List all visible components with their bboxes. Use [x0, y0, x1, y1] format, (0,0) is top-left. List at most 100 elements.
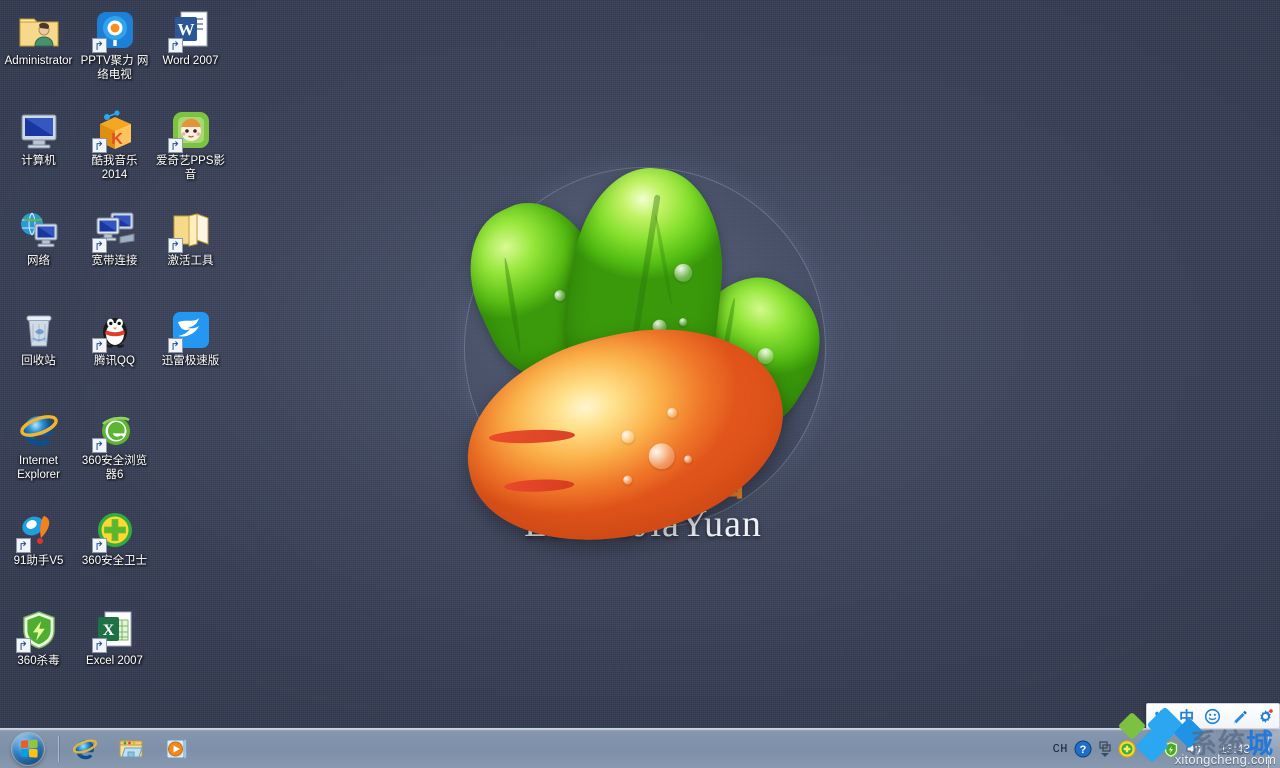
desktop-icon[interactable]: X Excel 2007 [77, 604, 152, 704]
desktop-icon[interactable]: PPTV聚力 网络电视 [77, 4, 152, 104]
wallpaper-logo: 萝卜家园 LuoBoJiaYuan [443, 150, 846, 570]
thunder-xunlei-icon [167, 308, 213, 353]
svg-text:?: ? [1080, 744, 1087, 756]
360-browser-icon [91, 408, 137, 453]
desktop-icon-label: 爱奇艺PPS影音 [155, 155, 225, 181]
pptv-icon [91, 8, 137, 53]
network-icon [17, 208, 61, 252]
desktop-icon[interactable]: Internet Explorer [1, 404, 76, 504]
internet-explorer-icon [17, 408, 61, 452]
shortcut-arrow-icon [91, 338, 107, 353]
taskbar-item-windows-explorer[interactable] [109, 731, 153, 767]
pencil-icon[interactable] [1228, 706, 1250, 726]
media-player-icon [163, 735, 191, 763]
desktop-icon[interactable]: 91助手V5 [1, 504, 76, 604]
desktop-icon[interactable]: 360安全浏览器6 [77, 404, 152, 504]
desktop-icon-label: 回收站 [21, 355, 56, 367]
desktop-icon-label: 激活工具 [167, 255, 214, 267]
desktop-icon-label: Excel 2007 [86, 655, 143, 667]
360-antivirus-shield-icon [15, 608, 61, 653]
desktop-icon-label: 360安全浏览器6 [81, 455, 148, 481]
iqiyi-pps-icon [167, 108, 213, 153]
shortcut-arrow-icon [91, 238, 107, 253]
tray-language-indicator[interactable]: CH [1051, 742, 1070, 756]
desktop-icon[interactable]: 爱奇艺PPS影音 [153, 104, 228, 204]
user-folder-icon [17, 8, 61, 52]
system-tray: CH ? 13:43 [1051, 729, 1266, 768]
taskbar: CH ? 13:43 [0, 728, 1280, 768]
shortcut-arrow-icon [167, 138, 183, 153]
broadband-connection-icon [91, 208, 137, 253]
desktop-icon-label: 360杀毒 [17, 655, 60, 667]
shortcut-arrow-icon [15, 538, 31, 553]
desktop-icon-label: Word 2007 [162, 55, 219, 67]
paw-print-icon[interactable] [1149, 706, 1171, 726]
shortcut-arrow-icon [91, 138, 107, 153]
desktop-icon[interactable]: W Word 2007 [153, 4, 228, 104]
recycle-bin-icon [17, 308, 61, 352]
start-button[interactable] [1, 730, 55, 768]
desktop-icon-label: 91助手V5 [13, 555, 64, 567]
desktop-icon-label: 360安全卫士 [81, 555, 148, 567]
360-safeguard-icon[interactable] [1118, 740, 1136, 758]
desktop-icon[interactable]: 宽带连接 [77, 204, 152, 304]
qq-penguin-icon [91, 308, 137, 353]
desktop-icon-label: 迅雷极速版 [161, 355, 220, 367]
smiley-face-icon[interactable] [1202, 706, 1224, 726]
open-folder-icon [167, 208, 213, 253]
desktop-icon[interactable]: 计算机 [1, 104, 76, 204]
question-mark-icon[interactable]: ? [1074, 740, 1092, 758]
desktop-icon[interactable]: 迅雷极速版 [153, 304, 228, 404]
desktop-icon[interactable]: 激活工具 [153, 204, 228, 304]
shortcut-arrow-icon [91, 438, 107, 453]
desktop-icon-label: 宽带连接 [91, 255, 138, 267]
speaker-icon[interactable] [1184, 740, 1204, 758]
word-document-icon: W [167, 8, 213, 53]
taskbar-item-windows-media-player[interactable] [155, 731, 199, 767]
chevron-up-icon[interactable] [1096, 740, 1114, 758]
chinese-mode-icon[interactable]: 中 [1176, 706, 1198, 726]
shortcut-arrow-icon [167, 238, 183, 253]
desktop-icon-label: Internet Explorer [17, 455, 60, 481]
shortcut-arrow-icon [91, 38, 107, 53]
desktop-icon-label: 腾讯QQ [94, 355, 135, 367]
sogou-input-method-toolbar[interactable]: 中 [1146, 703, 1280, 729]
kuwo-music-icon: K [91, 108, 137, 153]
svg-text:K: K [111, 131, 123, 148]
desktop-icon[interactable]: 腾讯QQ [77, 304, 152, 404]
show-desktop-button[interactable] [1268, 729, 1280, 768]
360-safeguard-icon [91, 508, 137, 553]
taskbar-item-internet-explorer[interactable] [63, 731, 107, 767]
shortcut-arrow-icon [167, 38, 183, 53]
desktop-icon-label: 计算机 [21, 155, 56, 167]
desktop-icon[interactable]: 360杀毒 [1, 604, 76, 704]
shortcut-arrow-icon [91, 538, 107, 553]
desktop-icon[interactable]: 360安全卫士 [77, 504, 152, 604]
windows-start-orb-icon [12, 732, 44, 765]
desktop-icon[interactable]: K 酷我音乐 2014 [77, 104, 152, 204]
green-shield-icon[interactable] [1162, 740, 1180, 758]
internet-explorer-icon [71, 735, 99, 763]
computer-icon [17, 108, 61, 152]
usb-eject-icon[interactable] [1140, 740, 1158, 758]
desktop-icon[interactable]: 网络 [1, 204, 76, 304]
desktop-icon-label: Administrator [4, 55, 73, 67]
desktop-icon-label: 网络 [27, 255, 50, 267]
shortcut-arrow-icon [15, 638, 31, 653]
91-assistant-icon [15, 508, 61, 553]
svg-text:X: X [102, 622, 114, 639]
shortcut-arrow-icon [167, 338, 183, 353]
desktop-icon-label: 酷我音乐 2014 [91, 155, 138, 181]
desktop-icon[interactable]: 回收站 [1, 304, 76, 404]
desktop-icon-grid: Administrator PPTV聚力 网络电视 W Word 2007 计算… [0, 4, 232, 704]
excel-spreadsheet-icon: X [91, 608, 137, 653]
taskbar-clock[interactable]: 13:43 [1208, 742, 1262, 756]
svg-text:W: W [177, 20, 194, 39]
gear-icon[interactable] [1255, 706, 1277, 726]
taskbar-separator [58, 735, 59, 762]
desktop-icon-label: PPTV聚力 网络电视 [80, 55, 149, 81]
desktop-icon[interactable]: Administrator [1, 4, 76, 104]
desktop-background[interactable]: 萝卜家园 LuoBoJiaYuan Administrator PPTV聚力 网… [0, 0, 1280, 768]
windows-flag-icon [20, 739, 38, 758]
folder-explorer-icon [117, 735, 145, 763]
